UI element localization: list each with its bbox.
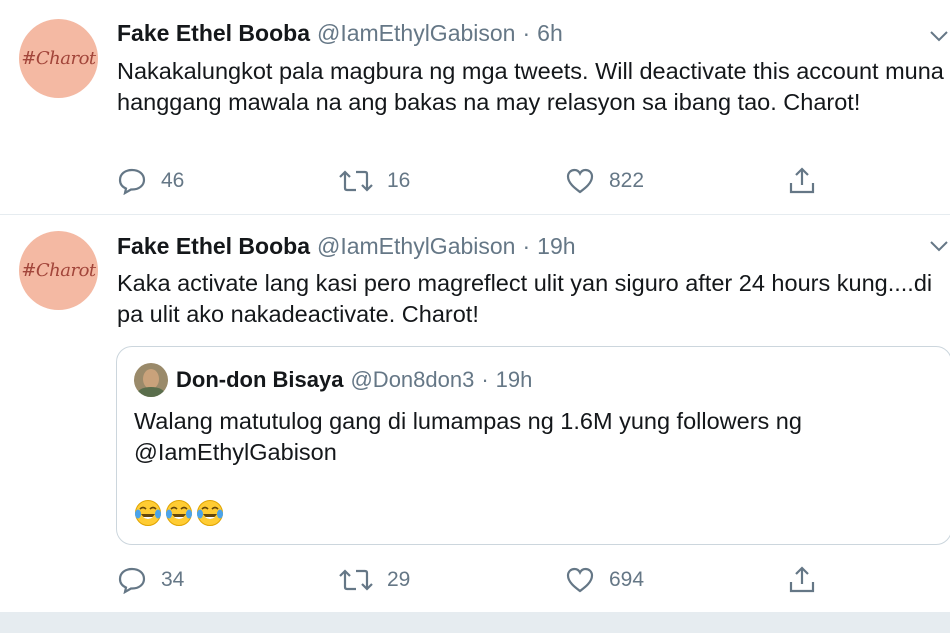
separator: · [522, 20, 531, 46]
tweet-text: Nakakalungkot pala magbura ng mga tweets… [117, 58, 944, 115]
chevron-down-icon[interactable] [928, 239, 950, 253]
author-name[interactable]: Fake Ethel Booba [117, 233, 310, 260]
quoted-text: Walang matutulog gang di lumampas ng 1.6… [134, 408, 802, 465]
quoted-tweet[interactable]: Don-don Bisaya @Don8don3 · 19h Walang ma… [116, 346, 950, 545]
retweet-icon [339, 569, 373, 591]
share-icon [789, 566, 815, 593]
reply-count: 46 [161, 169, 185, 192]
face-with-tears-of-joy-icon [135, 500, 161, 526]
chevron-down-icon[interactable] [928, 29, 950, 43]
quoted-timestamp: 19h [495, 367, 533, 392]
tweet-actions: 46 16 822 [117, 166, 937, 196]
tweet-actions: 34 29 694 [117, 565, 937, 595]
avatar-text: #Charot [21, 260, 96, 281]
separator: · [522, 233, 531, 259]
reply-icon [118, 567, 146, 594]
retweet-count: 29 [387, 568, 411, 591]
reply-icon [118, 168, 146, 195]
retweet-button[interactable]: 29 [339, 565, 410, 595]
avatar-text: #Charot [21, 48, 96, 69]
author-name[interactable]: Fake Ethel Booba [117, 20, 310, 47]
tweet-text: Kaka activate lang kasi pero magreflect … [117, 270, 933, 327]
reply-button[interactable]: 46 [117, 166, 184, 196]
tweet-header: Fake Ethel Booba @IamEthylGabison · 6h [117, 20, 563, 50]
like-count: 694 [609, 568, 645, 591]
face-with-tears-of-joy-icon [166, 500, 192, 526]
face-with-tears-of-joy-icon [197, 500, 223, 526]
like-button[interactable]: 822 [565, 166, 644, 196]
feed-divider [0, 612, 950, 633]
retweet-button[interactable]: 16 [339, 166, 410, 196]
quoted-author-name: Don-don Bisaya [176, 367, 344, 392]
quoted-avatar[interactable] [134, 363, 168, 397]
share-button[interactable] [787, 166, 817, 196]
timestamp[interactable]: 19h [537, 233, 575, 260]
emoji-row [134, 499, 224, 527]
avatar[interactable]: #Charot [19, 231, 98, 310]
author-handle[interactable]: @IamEthylGabison [317, 20, 516, 47]
share-icon [789, 167, 815, 194]
reply-button[interactable]: 34 [117, 565, 184, 595]
retweet-count: 16 [387, 169, 411, 192]
retweet-icon [339, 170, 373, 192]
heart-icon [566, 168, 594, 194]
heart-icon [566, 567, 594, 593]
like-button[interactable]: 694 [565, 565, 644, 595]
avatar[interactable]: #Charot [19, 19, 98, 98]
share-button[interactable] [787, 565, 817, 595]
tweet-header: Fake Ethel Booba @IamEthylGabison · 19h [117, 233, 576, 263]
reply-count: 34 [161, 568, 185, 591]
timestamp[interactable]: 6h [537, 20, 563, 47]
separator: · [481, 367, 489, 392]
quoted-header: Don-don Bisaya @Don8don3 · 19h [176, 367, 532, 393]
tweet[interactable]: #Charot Fake Ethel Booba @IamEthylGabiso… [0, 215, 950, 612]
like-count: 822 [609, 169, 645, 192]
quoted-author-handle: @Don8don3 [350, 367, 475, 392]
author-handle[interactable]: @IamEthylGabison [317, 233, 516, 260]
tweet[interactable]: #Charot Fake Ethel Booba @IamEthylGabiso… [0, 0, 950, 215]
